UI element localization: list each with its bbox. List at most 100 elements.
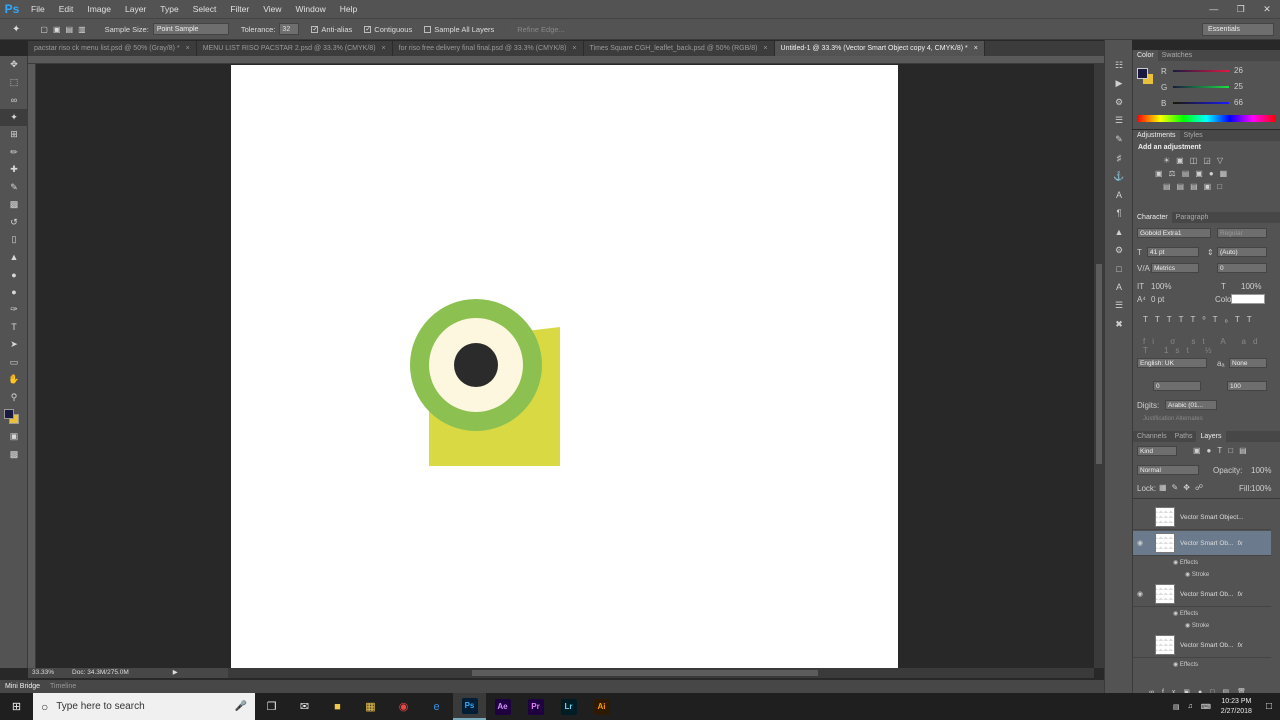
layer-row[interactable]: ◉ Vector Smart Ob... fx: [1133, 582, 1271, 607]
zoom-tool-icon[interactable]: ⚲: [0, 389, 28, 407]
magic-wand-icon[interactable]: ✦: [12, 24, 20, 35]
fill-input[interactable]: 100%: [1251, 484, 1271, 493]
properties-icon[interactable]: ⚙: [1105, 241, 1133, 260]
digits-select[interactable]: Arabic (01...: [1165, 400, 1217, 410]
clock[interactable]: 10:23 PM 2/27/2018: [1221, 697, 1252, 717]
refine-edge-button[interactable]: Refine Edge...: [510, 23, 572, 35]
close-icon[interactable]: ✕: [1263, 4, 1271, 15]
mini-bridge-tab[interactable]: Mini Bridge: [0, 680, 45, 693]
brush-tool-icon[interactable]: ✎: [0, 179, 28, 197]
shape-tool-icon[interactable]: ▭: [0, 354, 28, 372]
paragraph-icon[interactable]: ¶: [1105, 204, 1133, 223]
tracking-select[interactable]: 0: [1217, 263, 1267, 273]
photoshop-taskbar-icon[interactable]: Ps: [453, 693, 486, 720]
doc-tab[interactable]: pacstar riso ck menu list.psd @ 50% (Gra…: [28, 41, 197, 56]
vertical-scale-input[interactable]: 100%: [1151, 282, 1171, 291]
keyboard-icon[interactable]: ⌨: [1201, 703, 1211, 711]
close-tab-icon[interactable]: ×: [572, 45, 576, 52]
menu-file[interactable]: File: [24, 0, 52, 18]
lasso-tool-icon[interactable]: ∞: [0, 91, 28, 109]
quick-mask-icon[interactable]: ▣: [0, 428, 28, 446]
foreground-color-swatch[interactable]: [4, 409, 14, 419]
network-icon[interactable]: ▤: [1173, 703, 1180, 711]
menu-help[interactable]: Help: [333, 0, 364, 18]
red-value[interactable]: 26: [1234, 66, 1258, 75]
fx-icon[interactable]: fx: [1237, 591, 1242, 598]
after-effects-icon[interactable]: Ae: [486, 693, 519, 720]
close-tab-icon[interactable]: ×: [974, 45, 978, 52]
screen-mode-icon[interactable]: ▩: [0, 446, 28, 464]
eraser-tool-icon[interactable]: ▯: [0, 231, 28, 249]
font-family-select[interactable]: Gobold Extra1: [1137, 228, 1211, 238]
anti-alias-select[interactable]: None: [1229, 358, 1267, 368]
clone-icon[interactable]: ♯: [1105, 149, 1133, 168]
mail-icon[interactable]: ✉: [288, 693, 321, 720]
task-view-icon[interactable]: ❐: [255, 693, 288, 720]
font-size-input[interactable]: 41 pt: [1147, 247, 1199, 257]
layer-row[interactable]: Vector Smart Object...: [1133, 505, 1271, 530]
spacing-input-2[interactable]: 100: [1227, 381, 1267, 391]
notes-icon[interactable]: □: [1105, 260, 1133, 279]
doc-tab[interactable]: for riso free delivery final final.psd @…: [393, 41, 584, 56]
paragraph-tab[interactable]: Paragraph: [1172, 212, 1213, 223]
premiere-icon[interactable]: Pr: [519, 693, 552, 720]
healing-tool-icon[interactable]: ✚: [0, 161, 28, 179]
blue-value[interactable]: 66: [1234, 98, 1243, 107]
stroke-row[interactable]: ◉ Stroke: [1133, 569, 1271, 581]
layer-name[interactable]: Vector Smart Ob...: [1180, 540, 1233, 547]
opacity-input[interactable]: 100%: [1251, 466, 1271, 475]
layer-name[interactable]: Vector Smart Ob...: [1180, 591, 1233, 598]
paths-tab[interactable]: Paths: [1171, 431, 1197, 442]
edge-icon[interactable]: e: [420, 693, 453, 720]
justification-alternates[interactable]: Justification Alternates: [1143, 416, 1203, 422]
fx-icon[interactable]: fx: [1237, 642, 1242, 649]
close-tab-icon[interactable]: ×: [186, 45, 190, 52]
swatches-tab[interactable]: Swatches: [1158, 50, 1196, 61]
bucket-tool-icon[interactable]: ▲: [0, 249, 28, 267]
doc-tab[interactable]: MENU LIST RISO PACSTAR 2.psd @ 33.3% (CM…: [197, 41, 393, 56]
spacing-input-1[interactable]: 0: [1153, 381, 1201, 391]
dodge-tool-icon[interactable]: ●: [0, 284, 28, 302]
menu-window[interactable]: Window: [288, 0, 332, 18]
lightroom-icon[interactable]: Lr: [552, 693, 585, 720]
illustrator-icon[interactable]: Ai: [585, 693, 618, 720]
magic-wand-tool-icon[interactable]: ✦: [0, 108, 28, 126]
effects-row[interactable]: ◉ Effects: [1133, 557, 1271, 569]
layer-kind-filter[interactable]: Kind: [1137, 446, 1177, 456]
green-value[interactable]: 25: [1234, 82, 1243, 91]
taskbar-search[interactable]: ○ Type here to search 🎤: [33, 693, 255, 720]
channels-tab[interactable]: Channels: [1133, 431, 1171, 442]
timeline-tab[interactable]: Timeline: [45, 680, 81, 693]
microphone-icon[interactable]: 🎤: [235, 701, 247, 712]
horizontal-scale-input[interactable]: 100%: [1241, 282, 1261, 291]
restore-icon[interactable]: ❐: [1237, 4, 1245, 15]
history-brush-icon[interactable]: ↺: [0, 214, 28, 232]
document-canvas[interactable]: [231, 65, 898, 668]
menu-type[interactable]: Type: [153, 0, 185, 18]
selection-mode-icons[interactable]: ▢▣▤▥: [40, 25, 90, 34]
adjustment-icons-row2[interactable]: ▣⚖▤▣●▦: [1133, 165, 1280, 178]
blue-slider[interactable]: [1173, 102, 1229, 104]
path-select-icon[interactable]: ➤: [0, 336, 28, 354]
zoom-level[interactable]: 33.33%: [28, 668, 58, 678]
layer-row[interactable]: Vector Smart Ob... fx: [1133, 633, 1271, 658]
adjustment-icons-row3[interactable]: ▤▤▤▣□: [1133, 178, 1280, 191]
vertical-scrollbar[interactable]: [1094, 64, 1104, 668]
doc-tab[interactable]: Times Square CGH_leaflet_back.psd @ 50% …: [584, 41, 775, 56]
notifications-icon[interactable]: □: [1266, 701, 1272, 712]
language-select[interactable]: English: UK: [1137, 358, 1207, 368]
type-style-buttons[interactable]: TTTTT⁰T₀TT: [1143, 315, 1259, 324]
close-tab-icon[interactable]: ×: [382, 45, 386, 52]
layers-tab[interactable]: Layers: [1196, 431, 1226, 442]
menu-filter[interactable]: Filter: [223, 0, 256, 18]
doc-tab-active[interactable]: Untitled-1 @ 33.3% (Vector Smart Object …: [774, 41, 985, 56]
scroll-thumb[interactable]: [472, 670, 818, 676]
file-explorer-icon[interactable]: ■: [321, 693, 354, 720]
tools-icon[interactable]: ✖: [1105, 315, 1133, 334]
lock-icons[interactable]: ▦✎✥☍: [1159, 483, 1208, 492]
fx-icon[interactable]: fx: [1237, 540, 1242, 547]
settings-icon[interactable]: ⚙: [1105, 93, 1133, 112]
adjustments-tab[interactable]: Adjustments: [1133, 130, 1180, 141]
crop-tool-icon[interactable]: ⊞: [0, 126, 28, 144]
eyedropper-tool-icon[interactable]: ✏: [0, 144, 28, 162]
